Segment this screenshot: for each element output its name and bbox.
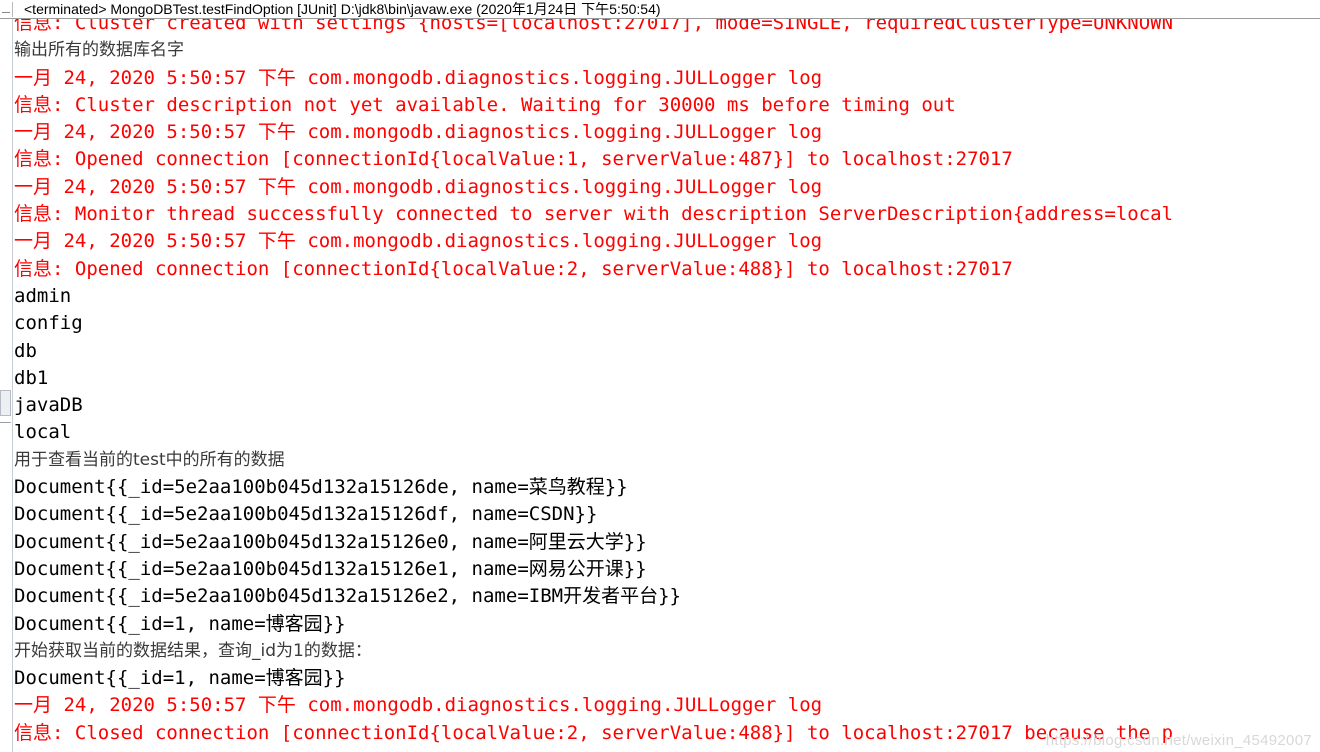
console-line: Document{{_id=1, name=博客园}} [14,612,346,635]
console-line: 输出所有的数据库名字 [14,40,184,61]
titlebar-divider [2,12,10,13]
console-line: Document{{_id=5e2aa100b045d132a15126e1, … [14,557,647,580]
console-line: 一月 24, 2020 5:50:57 下午 com.mongodb.diagn… [14,175,823,198]
console-line: 用于查看当前的test中的所有的数据 [14,449,285,470]
console-line: Document{{_id=5e2aa100b045d132a15126e2, … [14,585,681,608]
console-line: 一月 24, 2020 5:50:57 下午 com.mongodb.diagn… [14,121,823,144]
titlebar-left-gutter [0,2,13,17]
console-line-list: 信息: Cluster created with settings {hosts… [14,19,1320,752]
console-line: admin [14,284,72,307]
console-line: javaDB [14,394,83,417]
console-line: Document{{_id=5e2aa100b045d132a15126de, … [14,476,628,499]
console-line: Document{{_id=5e2aa100b045d132a15126e0, … [14,530,647,553]
console-line: 一月 24, 2020 5:50:57 下午 com.mongodb.diagn… [14,694,823,717]
console-line: Document{{_id=5e2aa100b045d132a15126df, … [14,503,598,526]
console-line: 信息: Opened connection [connectionId{loca… [14,257,1013,280]
console-line: 一月 24, 2020 5:50:57 下午 com.mongodb.diagn… [14,230,823,253]
console-ruler-marker [0,422,11,423]
console-left-ruler [0,19,13,752]
console-line: Document{{_id=1, name=博客园}} [14,667,346,690]
console-line: 信息: Monitor thread successfully connecte… [14,203,1174,226]
csdn-watermark: https://blog.csdn.net/weixin_45492007 [1045,732,1312,749]
console-line: db1 [14,366,49,389]
console-output-area[interactable]: 信息: Cluster created with settings {hosts… [0,19,1320,752]
console-title-label: <terminated> MongoDBTest.testFindOption … [24,1,661,17]
console-line: 信息: Cluster description not yet availabl… [14,93,956,116]
console-line: 一月 24, 2020 5:50:57 下午 com.mongodb.diagn… [14,66,823,89]
console-line: local [14,421,72,444]
console-line: db [14,339,37,362]
console-line: 信息: Opened connection [connectionId{loca… [14,148,1013,171]
console-line: 信息: Cluster created with settings {hosts… [14,19,1174,34]
console-scrollbar-thumb[interactable] [0,390,11,416]
console-line: config [14,312,83,335]
console-view-titlebar: <terminated> MongoDBTest.testFindOption … [0,0,1320,19]
console-line: 开始获取当前的数据结果，查询_id为1的数据： [14,640,372,661]
